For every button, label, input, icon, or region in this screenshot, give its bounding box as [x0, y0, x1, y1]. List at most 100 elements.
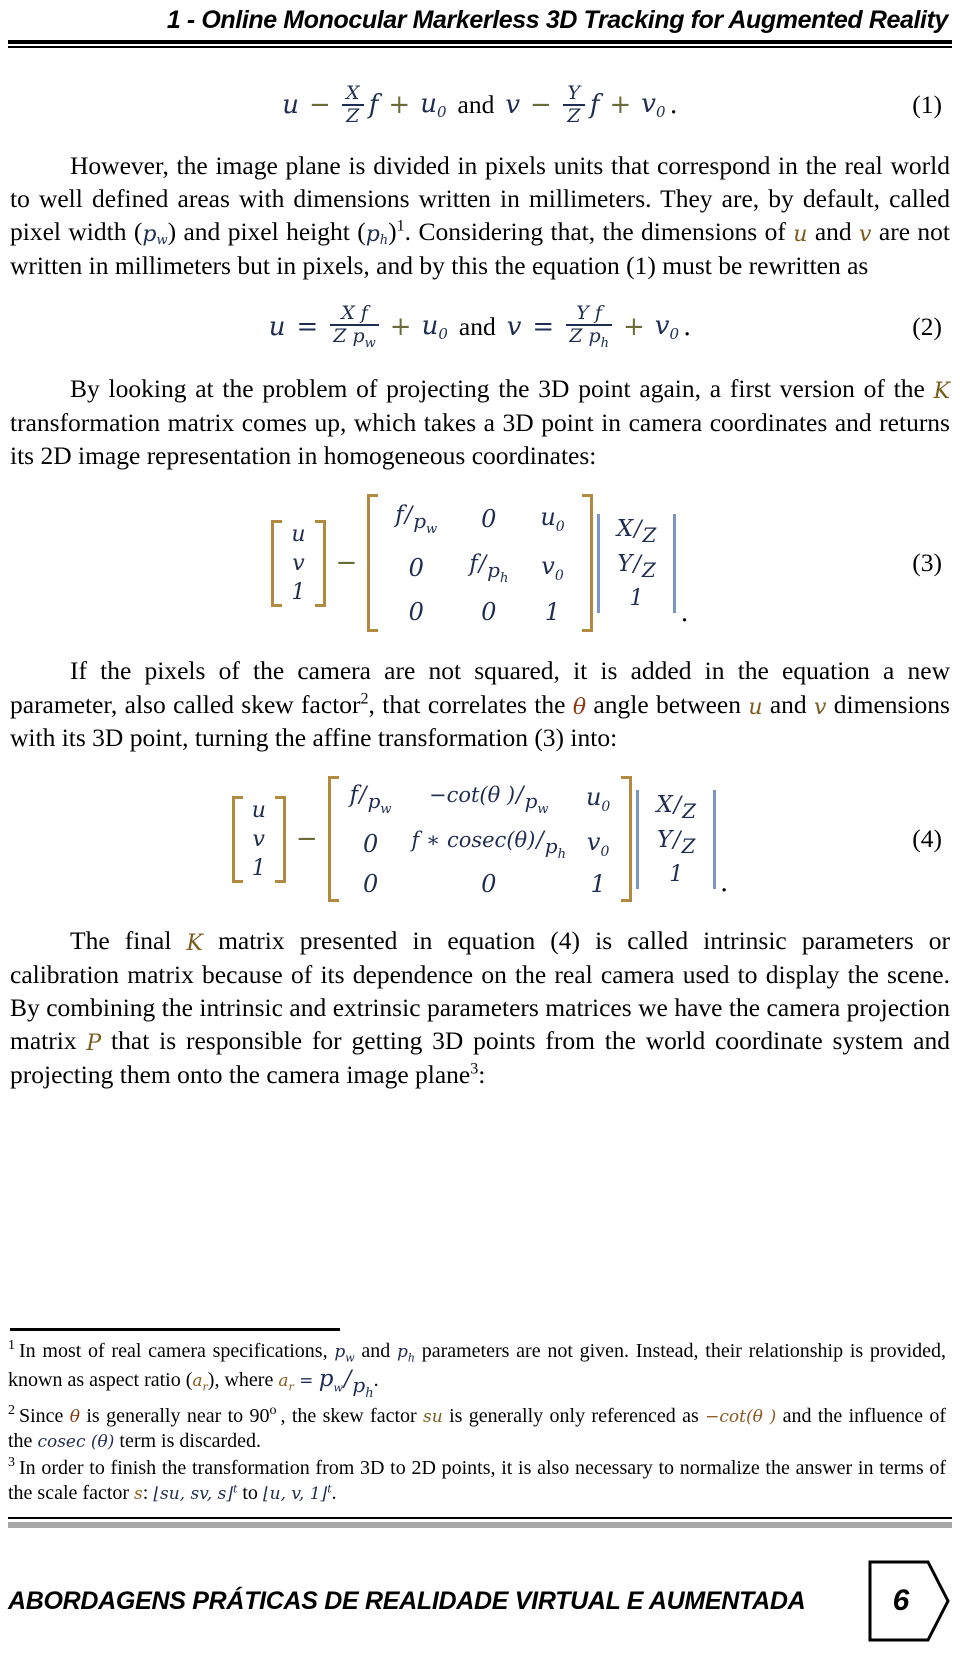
- eq3-cell-0-2: u0: [540, 502, 565, 535]
- fn1-f: .: [373, 1369, 379, 1391]
- eq3-rhs-2: 1: [629, 585, 644, 611]
- eq3-cell-0-0: f/pw: [395, 502, 438, 538]
- page-number: 6: [892, 1584, 910, 1617]
- symbol-skew: su: [423, 1406, 443, 1427]
- footnote-1-mark: 1: [8, 1337, 15, 1353]
- eq1-u: u: [282, 90, 299, 121]
- equation-4-number: (4): [912, 824, 942, 854]
- footer-rule-group: [8, 1517, 952, 1528]
- eq1-v: v: [505, 90, 521, 121]
- symbol-ph-1: ph: [365, 222, 389, 249]
- footnote-2-mark: 2: [8, 1402, 15, 1418]
- symbol-ph-fn: ph: [396, 1341, 415, 1364]
- eq4-intrinsic-matrix: f/pw −cot(θ )/pw u0 0 f ∗ cosec(θ)/ph v0…: [327, 776, 633, 903]
- eq2-v0: v0: [654, 311, 680, 344]
- fn2-b: is generally near to 90: [80, 1404, 270, 1427]
- eq3-rhs-cells: X/Z Y/Z 1: [609, 514, 665, 613]
- p2-text-b: transformation matrix comes up, which ta…: [10, 408, 950, 471]
- footnote-ref-2[interactable]: 2: [361, 690, 369, 707]
- eq3-cell-1-0: 0: [408, 553, 424, 582]
- fn3-c: to: [237, 1482, 263, 1505]
- symbol-theta-1: θ: [572, 694, 587, 720]
- symbol-v-1: v: [859, 222, 872, 248]
- p2-text-a: By looking at the problem of projecting …: [70, 374, 934, 404]
- footnotes-list: 1 In most of real camera specifications, …: [8, 1337, 952, 1507]
- eq2-num-1: X f: [341, 302, 368, 325]
- equation-3-number: (3): [912, 548, 942, 578]
- symbol-s: s: [134, 1484, 143, 1505]
- eq2-fraction-2: Y f Z ph: [566, 303, 612, 352]
- eq3-cell-0-1: 0: [481, 504, 497, 533]
- eq4-lhs-one: 1: [251, 855, 266, 881]
- p1-text-b: ) and pixel height (: [167, 217, 366, 247]
- p3-text-b: , that correlates the: [368, 689, 573, 719]
- bracket-left: [231, 795, 244, 883]
- eq2-fraction-1: X f Z pw: [330, 302, 379, 350]
- footnote-3-mark: 3: [8, 1455, 15, 1471]
- bracket-left: [327, 776, 340, 903]
- symbol-P: P: [86, 1031, 102, 1057]
- eq3-cell-2-1: 0: [481, 598, 497, 627]
- equation-3-body: u v 1 − f/pw 0 u0 0 f/ph v0 0 0 1 X/Z Y/…: [271, 494, 689, 633]
- eq2-den-2: Z ph: [569, 325, 609, 352]
- footnote-2: 2 Since θ is generally near to 90o, the s…: [8, 1402, 946, 1455]
- document-page: 1 - Online Monocular Markerless 3D Track…: [0, 0, 960, 1654]
- p1-text-d: . Considering that, the dimensions of: [404, 217, 794, 247]
- eq4-lhs-v: v: [252, 826, 265, 852]
- fn1-a: In most of real camera specifications,: [19, 1339, 335, 1362]
- matrix-row: 0 f/ph v0: [379, 543, 580, 592]
- bracket-right: [581, 494, 593, 633]
- eq2-period: .: [683, 312, 692, 343]
- bracket-left: [367, 494, 379, 633]
- fn1-d: ), where: [207, 1369, 279, 1391]
- eq1-plus-1: +: [388, 90, 411, 121]
- eq1-den-2: Z: [567, 105, 581, 128]
- eq4-cell-2-0: 0: [362, 870, 379, 899]
- eq1-fraction-2: Y Z: [562, 83, 585, 128]
- symbol-pw-fn: pw: [334, 1341, 355, 1364]
- eq2-u0: u0: [421, 311, 448, 344]
- eq3-matrix-cells: f/pw 0 u0 0 f/ph v0 0 0 1: [379, 494, 580, 632]
- fn3-d: .: [331, 1482, 337, 1505]
- fn2-d: is generally only referenced as: [442, 1404, 706, 1427]
- eq3-cell-1-1: f/ph: [469, 551, 509, 587]
- eq4-cell-2-1: 0: [481, 870, 497, 899]
- eq1-plus-2: +: [609, 90, 632, 121]
- footnote-ref-1[interactable]: 1: [397, 218, 405, 235]
- paragraph-2: By looking at the problem of projecting …: [10, 372, 950, 472]
- bracket-right: [274, 795, 286, 883]
- fn2-c: , the skew factor: [280, 1404, 424, 1427]
- equation-1-number: (1): [912, 90, 942, 120]
- fn1-equals: =: [293, 1371, 319, 1391]
- footer-rule-grey: [8, 1522, 952, 1528]
- eq1-den-1: Z: [346, 105, 360, 128]
- matrix-row: 0 f ∗ cosec(θ)/ph v0: [340, 821, 621, 866]
- p3-text-d: and: [762, 689, 815, 719]
- p1-text-e: and: [807, 217, 860, 247]
- paragraph-4: The final K matrix presented in equation…: [10, 924, 950, 1091]
- eq2-equals-1: =: [296, 312, 319, 343]
- eq1-fraction-1: X Z: [341, 83, 364, 128]
- eq4-period: .: [720, 868, 729, 899]
- eq4-operator: −: [295, 824, 318, 855]
- eq3-operator: −: [335, 548, 358, 579]
- paragraph-1: However, the image plane is divided in p…: [10, 149, 950, 282]
- equation-1-body: u − X Z f + u0 and v − Y Z f + v0 .: [282, 83, 678, 128]
- eq3-lhs-v: v: [292, 550, 305, 576]
- equation-3: u v 1 − f/pw 0 u0 0 f/ph v0 0 0 1 X/Z Y/…: [10, 494, 950, 633]
- bracket-right: [704, 789, 717, 889]
- footnote-separator: [10, 1327, 340, 1331]
- eq4-cell-0-0: f/pw: [349, 782, 392, 818]
- page-footer: Abordagens Práticas de Realidade Virtual…: [8, 1517, 952, 1644]
- symbol-theta-fn: θ: [69, 1406, 81, 1427]
- header-rule-thin: [8, 46, 952, 48]
- eq4-lhs-u: u: [251, 797, 266, 823]
- footer-title: Abordagens Práticas de Realidade Virtual…: [8, 1586, 806, 1615]
- eq4-lhs-vector: u v 1: [231, 795, 286, 883]
- footnote-1: 1 In most of real camera specifications, …: [8, 1337, 946, 1403]
- eq4-rhs-0: X/Z: [656, 791, 697, 823]
